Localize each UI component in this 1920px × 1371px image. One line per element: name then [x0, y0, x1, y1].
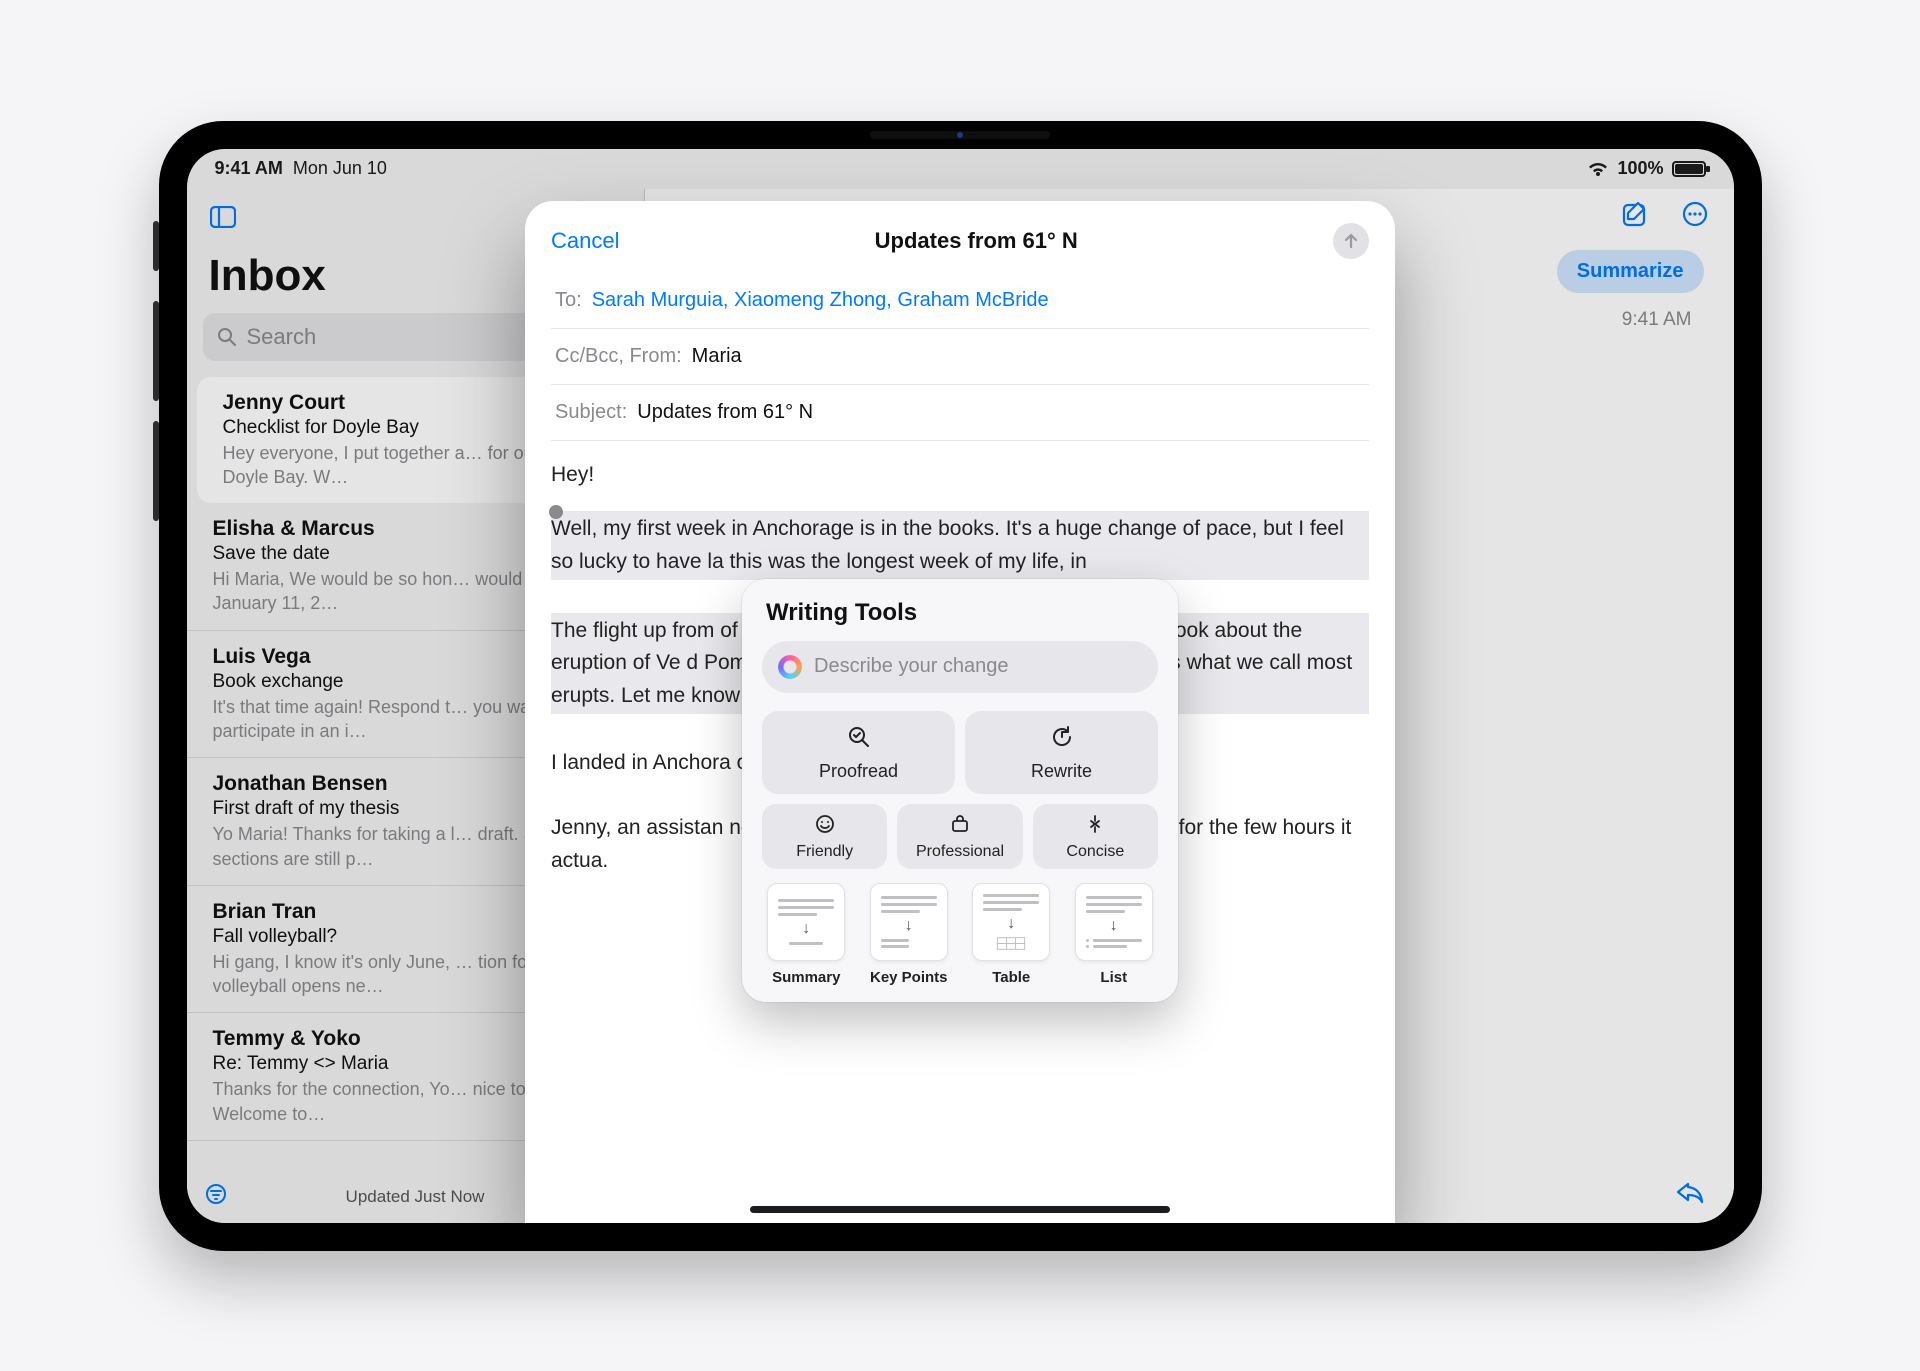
hw-volume-button: [153, 421, 159, 521]
filter-icon[interactable]: [205, 1183, 227, 1211]
list-label: List: [1100, 969, 1127, 986]
home-indicator[interactable]: [750, 1206, 1170, 1213]
to-value: Sarah Murguia, Xiaomeng Zhong, Graham Mc…: [592, 289, 1049, 312]
subject-label: Subject:: [555, 401, 627, 424]
concise-button[interactable]: Concise: [1033, 804, 1158, 869]
reply-icon[interactable]: [1676, 1180, 1704, 1209]
list-tile[interactable]: ↓ List: [1070, 883, 1159, 986]
subject-value: Updates from 61° N: [637, 401, 813, 424]
selection-handle[interactable]: [549, 505, 563, 519]
table-card-icon: ↓: [972, 883, 1050, 961]
hw-volume-button: [153, 301, 159, 401]
compose-icon[interactable]: [1622, 201, 1648, 234]
proofread-label: Proofread: [819, 761, 898, 782]
sidebar-toggle-icon[interactable]: [205, 199, 241, 235]
table-label: Table: [992, 969, 1030, 986]
summary-tile[interactable]: ↓ Summary: [762, 883, 851, 986]
list-card-icon: ↓: [1075, 883, 1153, 961]
ipad-device-frame: 9:41 AM Mon Jun 10 100% S Inbox: [159, 121, 1762, 1251]
hw-volume-button: [153, 221, 159, 271]
send-button[interactable]: [1333, 223, 1369, 259]
keypoints-card-icon: ↓: [870, 883, 948, 961]
to-label: To:: [555, 289, 582, 312]
professional-icon: [950, 814, 970, 839]
proofread-button[interactable]: Proofread: [762, 711, 955, 794]
concise-icon: [1085, 814, 1105, 839]
rewrite-icon: [1050, 725, 1074, 755]
subject-field[interactable]: Subject: Updates from 61° N: [551, 385, 1369, 441]
writing-tools-title: Writing Tools: [766, 599, 1154, 627]
wifi-icon: [1587, 161, 1609, 177]
status-time: 9:41 AM: [215, 158, 283, 179]
writing-tools-popover: Writing Tools Describe your change Proof…: [742, 579, 1178, 1002]
search-icon: [217, 327, 237, 347]
table-tile[interactable]: ↓ Table: [967, 883, 1056, 986]
status-date: Mon Jun 10: [293, 158, 387, 179]
battery-icon: [1672, 161, 1706, 177]
rewrite-label: Rewrite: [1031, 761, 1092, 782]
updated-label: Updated Just Now: [346, 1187, 485, 1207]
friendly-label: Friendly: [796, 843, 853, 861]
screen: 9:41 AM Mon Jun 10 100% S Inbox: [187, 149, 1734, 1223]
summary-label: Summary: [772, 969, 840, 986]
friendly-button[interactable]: Friendly: [762, 804, 887, 869]
hw-camera-notch: [870, 131, 1050, 139]
to-field[interactable]: To: Sarah Murguia, Xiaomeng Zhong, Graha…: [551, 273, 1369, 329]
professional-label: Professional: [916, 843, 1004, 861]
more-icon[interactable]: [1682, 201, 1708, 234]
body-greeting: Hey!: [551, 459, 1369, 492]
summarize-button[interactable]: Summarize: [1557, 250, 1704, 293]
professional-button[interactable]: Professional: [897, 804, 1022, 869]
compose-title: Updates from 61° N: [875, 228, 1078, 254]
status-battery-pct: 100%: [1617, 158, 1663, 179]
describe-placeholder: Describe your change: [814, 655, 1009, 678]
search-placeholder: Search: [247, 324, 317, 350]
cancel-button[interactable]: Cancel: [551, 228, 619, 254]
ccbcc-value: Maria: [692, 345, 742, 368]
rewrite-button[interactable]: Rewrite: [965, 711, 1158, 794]
describe-change-input[interactable]: Describe your change: [762, 641, 1158, 693]
keypoints-tile[interactable]: ↓ Key Points: [865, 883, 954, 986]
status-bar: 9:41 AM Mon Jun 10 100%: [187, 149, 1734, 189]
summary-card-icon: ↓: [767, 883, 845, 961]
keypoints-label: Key Points: [870, 969, 948, 986]
friendly-icon: [815, 814, 835, 839]
proofread-icon: [847, 725, 871, 755]
selected-text: Well, my first week in Anchorage is in t…: [551, 511, 1369, 580]
concise-label: Concise: [1066, 843, 1124, 861]
ccbcc-field[interactable]: Cc/Bcc, From: Maria: [551, 329, 1369, 385]
apple-intelligence-icon: [778, 655, 802, 679]
ccbcc-label: Cc/Bcc, From:: [555, 345, 682, 368]
